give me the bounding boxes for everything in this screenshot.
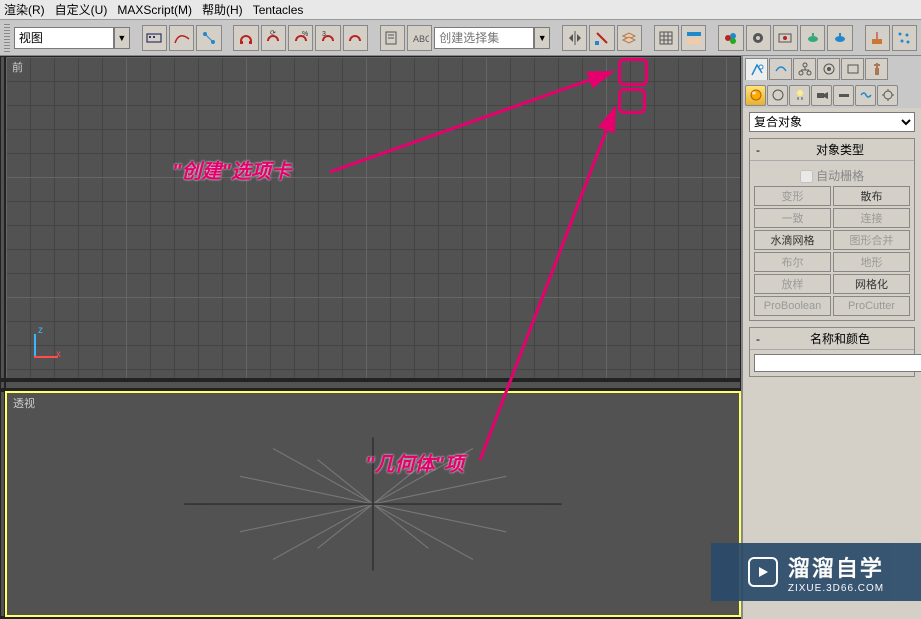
render-frame-icon[interactable] — [773, 25, 798, 51]
watermark-text: 溜溜自学 — [788, 556, 884, 581]
menu-maxscript[interactable]: MAXScript(M) — [117, 3, 192, 17]
toolbar-grip[interactable] — [4, 24, 10, 52]
menu-bar: 渲染(R) 自定义(U) MAXScript(M) 帮助(H) Tentacle… — [0, 0, 921, 20]
loft-button[interactable]: 放样 — [754, 274, 831, 294]
angle-snap-icon[interactable]: ⟳ — [261, 25, 286, 51]
grid-settings-icon[interactable] — [654, 25, 679, 51]
play-icon — [748, 557, 778, 587]
particles-icon[interactable] — [892, 25, 917, 51]
viewport-perspective[interactable]: 透视 — [5, 391, 741, 617]
terrain-button[interactable]: 地形 — [833, 252, 910, 272]
display-tab[interactable] — [841, 58, 864, 80]
main-toolbar: ▼ ⟳ % 3 ABC ▼ — [0, 20, 921, 56]
systems-subtab[interactable] — [877, 85, 898, 106]
morph-button[interactable]: 变形 — [754, 186, 831, 206]
material-editor-icon[interactable] — [718, 25, 743, 51]
object-type-rollout: -对象类型 自动栅格 变形 散布 一致 连接 水滴网格 图形合并 布尔 地形 — [749, 138, 915, 321]
render-setup-icon[interactable] — [746, 25, 771, 51]
mesher-button[interactable]: 网格化 — [833, 274, 910, 294]
spacewarps-subtab[interactable] — [855, 85, 876, 106]
snap-toggle-icon[interactable] — [233, 25, 258, 51]
percent-snap-icon[interactable]: % — [288, 25, 313, 51]
align-icon[interactable] — [589, 25, 614, 51]
spinner-snap-icon[interactable]: 3 — [315, 25, 340, 51]
connect-button[interactable]: 连接 — [833, 208, 910, 228]
rollout-type-title: 对象类型 — [768, 141, 912, 158]
quick-render-icon[interactable] — [800, 25, 825, 51]
viewport-label[interactable] — [14, 27, 114, 49]
command-panel-tabs — [743, 56, 921, 82]
proboolean-button[interactable]: ProBoolean — [754, 296, 831, 316]
scatter-button[interactable]: 散布 — [833, 186, 910, 206]
motion-tab[interactable] — [817, 58, 840, 80]
autogrid-checkbox — [800, 170, 813, 183]
selection-set-arrow[interactable]: ▼ — [534, 27, 550, 49]
category-dropdown[interactable]: 复合对象 — [749, 112, 915, 132]
curve-editor-icon[interactable] — [169, 25, 194, 51]
menu-tentacles[interactable]: Tentacles — [253, 3, 304, 17]
hierarchy-tab[interactable] — [793, 58, 816, 80]
shapes-subtab[interactable] — [767, 85, 788, 106]
selection-set-input[interactable] — [434, 27, 534, 49]
svg-text:⟳: ⟳ — [270, 30, 276, 37]
viewport-selector[interactable]: ▼ — [14, 27, 130, 49]
svg-text:%: % — [302, 31, 308, 38]
conform-button[interactable]: 一致 — [754, 208, 831, 228]
procutter-button[interactable]: ProCutter — [833, 296, 910, 316]
object-name-input[interactable] — [754, 354, 921, 372]
modify-tab[interactable] — [769, 58, 792, 80]
autogrid-row: 自动栅格 — [754, 165, 910, 186]
utilities-tab[interactable] — [865, 58, 888, 80]
reactor-icon[interactable] — [865, 25, 890, 51]
rollout-name-title: 名称和颜色 — [768, 330, 912, 347]
watermark: 溜溜自学 ZIXUE.3D66.COM — [711, 543, 921, 601]
command-panel: 复合对象 -对象类型 自动栅格 变形 散布 一致 连接 水滴网格 图形合并 布 — [741, 56, 921, 619]
boolean-button[interactable]: 布尔 — [754, 252, 831, 272]
watermark-url: ZIXUE.3D66.COM — [788, 583, 884, 594]
helpers-subtab[interactable] — [833, 85, 854, 106]
mirror-icon[interactable] — [562, 25, 587, 51]
svg-text:3: 3 — [322, 31, 326, 38]
create-subtabs — [743, 82, 921, 108]
named-selection-icon[interactable] — [380, 25, 405, 51]
text-tool-icon[interactable]: ABC — [407, 25, 432, 51]
blobmesh-button[interactable]: 水滴网格 — [754, 230, 831, 250]
snap-options-icon[interactable] — [343, 25, 368, 51]
layers-icon[interactable] — [617, 25, 642, 51]
lights-subtab[interactable] — [789, 85, 810, 106]
viewport-front-label: 前 — [12, 59, 23, 75]
render-icon[interactable] — [827, 25, 852, 51]
svg-text:ABC: ABC — [413, 34, 429, 44]
viewport-area: 前 zx 透视 — [0, 56, 741, 619]
track-view-icon[interactable] — [681, 25, 706, 51]
selection-set-combo[interactable]: ▼ — [434, 27, 550, 49]
menu-custom[interactable]: 自定义(U) — [55, 1, 108, 18]
geometry-subtab[interactable] — [745, 85, 766, 106]
menu-help[interactable]: 帮助(H) — [202, 1, 243, 18]
schematic-icon[interactable] — [196, 25, 221, 51]
cameras-subtab[interactable] — [811, 85, 832, 106]
keyboard-toggle-icon[interactable] — [142, 25, 167, 51]
viewport-dropdown-arrow[interactable]: ▼ — [114, 27, 130, 49]
create-tab[interactable] — [745, 58, 768, 80]
perspective-grid — [7, 393, 739, 615]
menu-render[interactable]: 渲染(R) — [4, 1, 45, 18]
shapemerge-button[interactable]: 图形合并 — [833, 230, 910, 250]
viewport-front[interactable]: 前 zx — [5, 56, 741, 379]
name-color-rollout: -名称和颜色 — [749, 327, 915, 377]
